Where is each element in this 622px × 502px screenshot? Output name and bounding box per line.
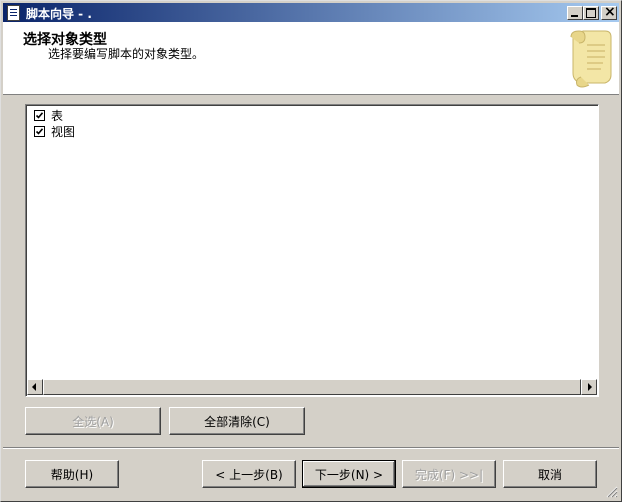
scroll-icon	[570, 30, 612, 88]
next-button[interactable]: 下一步(N) >	[302, 460, 396, 488]
cancel-button[interactable]: 取消	[503, 460, 597, 488]
window-title: 脚本向导 - .	[26, 7, 92, 21]
list-item-label: 视图	[51, 124, 76, 139]
maximize-button[interactable]	[583, 6, 599, 20]
scrollbar-thumb[interactable]	[43, 379, 581, 395]
back-button[interactable]: < 上一步(B)	[202, 460, 296, 488]
resize-grip-icon[interactable]	[606, 486, 618, 498]
list-item-view[interactable]: 视图	[34, 123, 75, 139]
list-item-table[interactable]: 表	[34, 107, 63, 123]
checkbox-view[interactable]	[34, 125, 45, 137]
help-button[interactable]: 帮助(H)	[25, 460, 119, 488]
finish-button[interactable]: 完成(F) >>|	[402, 460, 496, 488]
horizontal-scrollbar[interactable]	[27, 379, 597, 395]
page-subtitle: 选择要编写脚本的对象类型。	[48, 47, 205, 61]
window-app-icon	[7, 5, 20, 21]
script-wizard-window: 脚本向导 - . 选择对象类型 选择要编写脚本的对象类型。 表	[0, 0, 622, 502]
list-item-label: 表	[51, 108, 64, 123]
clear-all-button[interactable]: 全部清除(C)	[169, 407, 305, 435]
footer-divider	[3, 447, 619, 449]
scroll-left-arrow-icon[interactable]	[27, 379, 43, 395]
minimize-button[interactable]	[567, 6, 583, 20]
checkbox-table[interactable]	[34, 109, 45, 121]
check-icon	[35, 111, 44, 119]
select-all-button[interactable]: 全选(A)	[25, 407, 161, 435]
check-icon	[35, 127, 44, 135]
close-button[interactable]	[601, 4, 617, 20]
title-bar[interactable]: 脚本向导 - .	[3, 3, 619, 22]
wizard-header: 选择对象类型 选择要编写脚本的对象类型。	[3, 22, 619, 95]
object-type-list[interactable]: 表 视图	[25, 104, 599, 397]
scroll-right-arrow-icon[interactable]	[581, 379, 597, 395]
